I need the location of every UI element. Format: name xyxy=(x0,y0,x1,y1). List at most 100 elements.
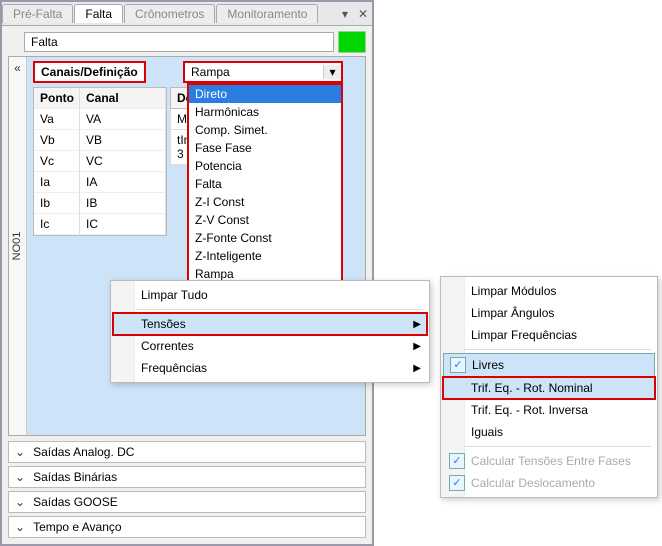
dropdown-option[interactable]: Z-V Const xyxy=(189,211,341,229)
cell-canal: VC xyxy=(80,151,166,172)
menu-label: Correntes xyxy=(141,339,194,353)
menu-separator xyxy=(447,446,651,447)
section-header-canais: Canais/Definição xyxy=(33,61,146,83)
menu-separator xyxy=(447,349,651,350)
submenu-iguais[interactable]: Iguais xyxy=(443,421,655,443)
table-row[interactable]: IbIB xyxy=(34,193,166,214)
definicao-dropdown-list[interactable]: Direto Harmônicas Comp. Simet. Fase Fase… xyxy=(187,83,343,285)
collapse-chevron-icon[interactable]: « xyxy=(9,57,26,75)
cell-ponto: Ib xyxy=(34,193,80,214)
dropdown-option[interactable]: Z-Fonte Const xyxy=(189,229,341,247)
table-row[interactable]: IaIA xyxy=(34,172,166,193)
dropdown-option[interactable]: Falta xyxy=(189,175,341,193)
menu-tensoes[interactable]: Tensões ▶ xyxy=(113,313,427,335)
cell-ponto: Va xyxy=(34,109,80,130)
tab-cronometros[interactable]: Crônometros xyxy=(124,4,215,23)
table-row[interactable]: IcIC xyxy=(34,214,166,235)
submenu-limpar-angulos[interactable]: Limpar Ângulos xyxy=(443,302,655,324)
check-icon: ✓ xyxy=(449,475,465,491)
menu-label: Frequências xyxy=(141,361,207,375)
menu-label: Limpar Tudo xyxy=(141,288,208,302)
dropdown-option[interactable]: Potencia xyxy=(189,157,341,175)
submenu-livres[interactable]: ✓ Livres xyxy=(443,353,655,377)
cell-canal: VB xyxy=(80,130,166,151)
definicao-combo[interactable]: Rampa ▾ xyxy=(183,61,343,83)
acc-label: Saídas GOOSE xyxy=(33,495,118,509)
menu-separator xyxy=(117,309,423,310)
tab-close-icon[interactable]: ✕ xyxy=(354,7,372,21)
context-menu-main[interactable]: Limpar Tudo Tensões ▶ Correntes ▶ Frequênc… xyxy=(110,280,430,383)
submenu-limpar-frequencias[interactable]: Limpar Frequências xyxy=(443,324,655,346)
chevron-down-icon: ⌄ xyxy=(15,445,25,459)
menu-label: Limpar Módulos xyxy=(471,284,556,298)
vertical-bar: « NO01 xyxy=(9,57,27,435)
dropdown-option[interactable]: Fase Fase xyxy=(189,139,341,157)
status-indicator xyxy=(338,31,366,53)
cell-canal: IB xyxy=(80,193,166,214)
submenu-arrow-icon: ▶ xyxy=(413,363,421,374)
acc-label: Saídas Binárias xyxy=(33,470,117,484)
submenu-trif-inversa[interactable]: Trif. Eq. - Rot. Inversa xyxy=(443,399,655,421)
col-header-canal: Canal xyxy=(80,88,166,109)
menu-label: Trif. Eq. - Rot. Nominal xyxy=(471,381,593,395)
menu-correntes[interactable]: Correntes ▶ xyxy=(113,335,427,357)
acc-tempo-avanco[interactable]: ⌄ Tempo e Avanço xyxy=(8,516,366,538)
main-panel: Pré-Falta Falta Crônometros Monitorament… xyxy=(0,0,374,546)
dropdown-option[interactable]: Z-I Const xyxy=(189,193,341,211)
title-bar: Falta xyxy=(24,30,366,54)
menu-frequencias[interactable]: Frequências ▶ xyxy=(113,357,427,379)
cell-canal: VA xyxy=(80,109,166,130)
title-text: Falta xyxy=(24,32,334,52)
submenu-trif-nominal[interactable]: Trif. Eq. - Rot. Nominal xyxy=(443,377,655,399)
acc-saidas-analog[interactable]: ⌄ Saídas Analog. DC xyxy=(8,441,366,463)
accordion-section: ⌄ Saídas Analog. DC ⌄ Saídas Binárias ⌄ Saí… xyxy=(8,438,366,538)
dropdown-option[interactable]: Comp. Simet. xyxy=(189,121,341,139)
submenu-limpar-modulos[interactable]: Limpar Módulos xyxy=(443,280,655,302)
submenu-arrow-icon: ▶ xyxy=(413,341,421,352)
submenu-calc-desloc: ✓ Calcular Deslocamento xyxy=(443,472,655,494)
table-header-row: Ponto Canal xyxy=(34,88,166,109)
acc-label: Saídas Analog. DC xyxy=(33,445,134,459)
dropdown-option-direto[interactable]: Direto xyxy=(189,85,341,103)
chevron-down-icon: ⌄ xyxy=(15,495,25,509)
dropdown-option[interactable]: Harmônicas xyxy=(189,103,341,121)
tab-overflow-arrow-icon[interactable]: ▾ xyxy=(336,7,354,21)
combo-arrow-icon[interactable]: ▾ xyxy=(323,65,341,79)
canais-table: Ponto Canal VaVA VbVB VcVC IaIA IbIB IcI… xyxy=(33,87,167,236)
acc-saidas-binarias[interactable]: ⌄ Saídas Binárias xyxy=(8,466,366,488)
cell-canal: IC xyxy=(80,214,166,235)
cell-ponto: Ia xyxy=(34,172,80,193)
check-icon: ✓ xyxy=(449,453,465,469)
menu-label: Limpar Ângulos xyxy=(471,306,554,320)
col-header-ponto: Ponto xyxy=(34,88,80,109)
chevron-down-icon: ⌄ xyxy=(15,520,25,534)
context-menu-tensoes[interactable]: Limpar Módulos Limpar Ângulos Limpar Fre… xyxy=(440,276,658,498)
check-icon: ✓ xyxy=(450,357,466,373)
menu-label: Calcular Deslocamento xyxy=(471,476,595,490)
menu-label: Calcular Tensões Entre Fases xyxy=(471,454,631,468)
menu-label: Limpar Frequências xyxy=(471,328,577,342)
tab-monitoramento[interactable]: Monitoramento xyxy=(216,4,318,23)
tab-falta[interactable]: Falta xyxy=(74,4,123,23)
acc-saidas-goose[interactable]: ⌄ Saídas GOOSE xyxy=(8,491,366,513)
menu-label: Trif. Eq. - Rot. Inversa xyxy=(471,403,588,417)
cell-ponto: Vb xyxy=(34,130,80,151)
tab-bar: Pré-Falta Falta Crônometros Monitorament… xyxy=(2,2,372,26)
table-row[interactable]: VbVB xyxy=(34,130,166,151)
menu-label: Tensões xyxy=(141,317,186,331)
submenu-calc-tensoes: ✓ Calcular Tensões Entre Fases xyxy=(443,450,655,472)
table-row[interactable]: VaVA xyxy=(34,109,166,130)
cell-ponto: Ic xyxy=(34,214,80,235)
menu-label: Livres xyxy=(472,358,504,372)
dropdown-option[interactable]: Z-Inteligente xyxy=(189,247,341,265)
acc-label: Tempo e Avanço xyxy=(33,520,122,534)
combo-selected-text: Rampa xyxy=(185,63,323,81)
cell-ponto: Vc xyxy=(34,151,80,172)
table-row[interactable]: VcVC xyxy=(34,151,166,172)
submenu-arrow-icon: ▶ xyxy=(413,319,421,330)
chevron-down-icon: ⌄ xyxy=(15,470,25,484)
cell-canal: IA xyxy=(80,172,166,193)
menu-limpar-tudo[interactable]: Limpar Tudo xyxy=(113,284,427,306)
tab-pre-falta[interactable]: Pré-Falta xyxy=(2,4,73,23)
menu-label: Iguais xyxy=(471,425,503,439)
